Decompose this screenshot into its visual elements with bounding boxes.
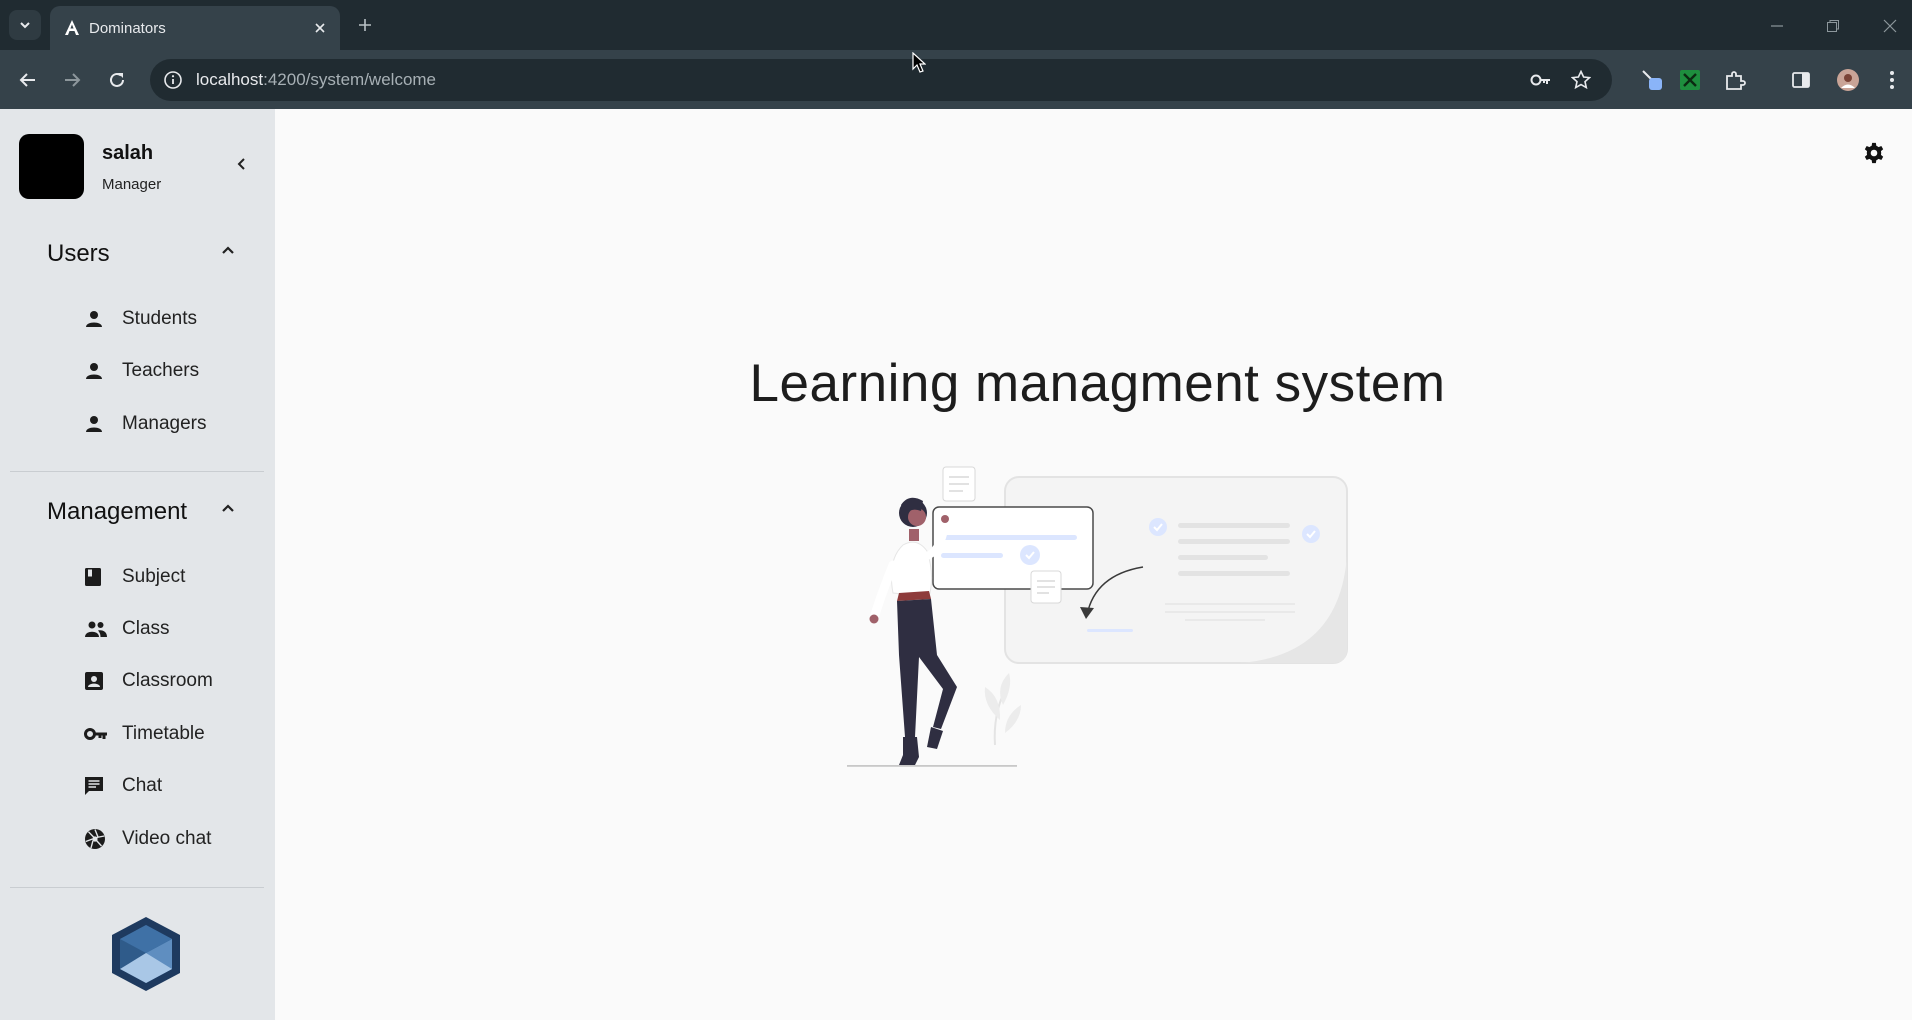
browser-menu-button[interactable] [1877, 65, 1907, 95]
nav-item-subject[interactable]: Subject [80, 558, 260, 596]
minimize-icon [1771, 25, 1783, 27]
nav-item-classroom[interactable]: Classroom [80, 662, 260, 700]
back-button[interactable] [13, 65, 43, 95]
restore-icon [1827, 20, 1839, 32]
user-role: Manager [102, 176, 162, 193]
arrow-right-icon [65, 73, 81, 87]
divider [10, 887, 264, 888]
nav-item-teachers[interactable]: Teachers [80, 352, 260, 390]
nav-item-label: Subject [122, 566, 186, 587]
nav-item-timetable[interactable]: Timetable [80, 715, 260, 753]
nav-item-label: Students [122, 308, 197, 329]
tab-search-button[interactable] [9, 10, 41, 40]
extension-button-1[interactable] [1637, 65, 1667, 95]
book-icon [80, 567, 112, 587]
user-name: salah [102, 142, 154, 164]
bookmark-button[interactable] [1570, 69, 1592, 91]
side-panel-icon [1792, 72, 1810, 88]
nav-item-managers[interactable]: Managers [80, 405, 260, 443]
profile-avatar-icon [1837, 69, 1859, 91]
browser-toolbar: localhost:4200/system/welcome [0, 50, 1912, 109]
users-section-toggle[interactable] [216, 238, 240, 262]
nav-item-label: Timetable [122, 723, 205, 744]
page-title: Learning managment system [749, 354, 1446, 413]
url-text: localhost:4200/system/welcome [196, 70, 436, 90]
sidebar: salah Manager Users Students Teachers Ma… [0, 109, 275, 1020]
forward-button[interactable] [57, 65, 87, 95]
star-icon [1571, 70, 1591, 90]
person-icon [80, 414, 112, 434]
person-icon [80, 309, 112, 329]
browser-tabstrip: Dominators [0, 0, 1912, 50]
extensions-menu-button[interactable] [1720, 65, 1750, 95]
minimize-button[interactable] [1765, 14, 1789, 38]
key-icon [80, 727, 112, 741]
excel-like-extension-icon [1680, 70, 1700, 90]
new-tab-button[interactable] [352, 12, 378, 38]
nav-item-label: Classroom [122, 670, 213, 691]
nav-item-label: Class [122, 618, 170, 639]
browser-tab-active[interactable]: Dominators [50, 6, 340, 50]
extension-badge-icon [1642, 70, 1662, 90]
section-title-management: Management [47, 498, 188, 525]
nav-item-video-chat[interactable]: Video chat [80, 820, 260, 858]
puzzle-icon [1726, 71, 1746, 90]
arrow-left-icon [19, 73, 35, 87]
password-key-button[interactable] [1530, 69, 1552, 91]
angular-logo-icon [65, 20, 79, 35]
nav-item-class[interactable]: Class [80, 610, 260, 648]
nav-item-label: Managers [122, 413, 207, 434]
tab-close-button[interactable] [310, 18, 330, 38]
plus-icon [359, 19, 371, 31]
management-section-toggle[interactable] [216, 496, 240, 520]
person-icon [80, 361, 112, 381]
extension-button-2[interactable] [1675, 65, 1705, 95]
restore-button[interactable] [1821, 14, 1845, 38]
url-path: :4200/system/welcome [263, 70, 437, 89]
close-window-button[interactable] [1878, 14, 1902, 38]
group-icon [80, 620, 112, 638]
nav-item-label: Video chat [122, 828, 212, 849]
chevron-left-icon [237, 158, 245, 170]
collapse-sidebar-button[interactable] [230, 152, 254, 176]
more-vertical-icon [1890, 71, 1894, 89]
chevron-up-icon [222, 246, 234, 254]
main-content: Learning managment system [275, 109, 1912, 1020]
address-bar[interactable]: localhost:4200/system/welcome [150, 59, 1612, 101]
url-host: localhost [196, 70, 264, 89]
nav-item-students[interactable]: Students [80, 300, 260, 338]
section-title-users: Users [47, 240, 110, 267]
nav-item-chat[interactable]: Chat [80, 767, 260, 805]
key-icon [1530, 74, 1550, 86]
settings-button[interactable] [1860, 139, 1888, 167]
divider [10, 471, 264, 472]
profile-button[interactable] [1833, 65, 1863, 95]
app-logo-cube-icon [112, 917, 180, 991]
gear-icon [1864, 142, 1884, 164]
reload-button[interactable] [102, 65, 132, 95]
chevron-up-icon [222, 504, 234, 512]
avatar [19, 134, 84, 199]
welcome-illustration [847, 466, 1348, 767]
camera-shutter-icon [80, 828, 112, 850]
close-icon [1883, 19, 1897, 33]
nav-item-label: Teachers [122, 360, 200, 381]
info-icon[interactable] [163, 70, 183, 90]
chat-icon [80, 776, 112, 796]
tab-title: Dominators [89, 20, 166, 37]
mouse-cursor-icon [912, 52, 926, 73]
nav-item-label: Chat [122, 775, 163, 796]
contact-card-icon [80, 671, 112, 691]
close-icon [315, 23, 325, 33]
reload-icon [110, 72, 124, 87]
side-panel-button[interactable] [1786, 65, 1816, 95]
chevron-down-icon [20, 22, 30, 29]
